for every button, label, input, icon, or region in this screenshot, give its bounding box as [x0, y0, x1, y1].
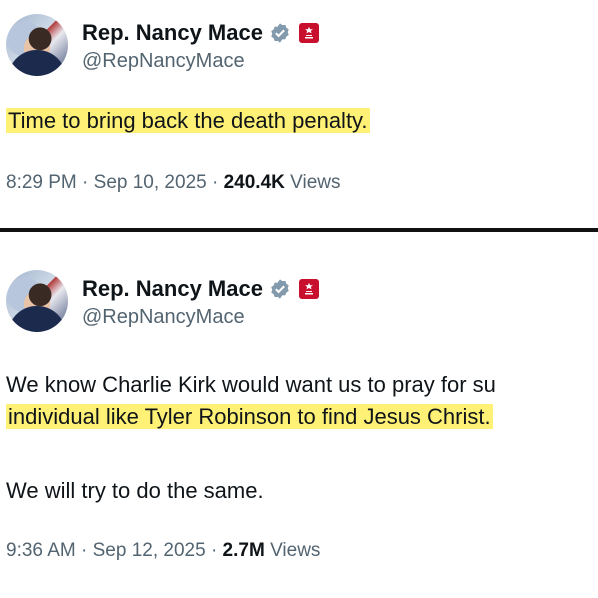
meta-separator: ·: [210, 540, 218, 561]
tweet-header: Rep. Nancy Mace @RepNancyMace: [6, 14, 319, 76]
author-block: Rep. Nancy Mace @RepNancyMace: [82, 20, 319, 73]
author-handle[interactable]: @RepNancyMace: [82, 50, 319, 73]
tweet-time[interactable]: 9:36 AM: [6, 540, 76, 561]
meta-separator: ·: [81, 540, 88, 561]
views-label: Views: [290, 172, 341, 193]
views-count: 2.7M: [222, 540, 265, 561]
tweet-text-line-2: individual like Tyler Robinson to find J…: [6, 404, 493, 430]
views-count: 240.4K: [223, 172, 285, 193]
government-badge-icon: [298, 279, 319, 299]
highlighted-text: Time to bring back the death penalty.: [6, 108, 370, 133]
name-row: Rep. Nancy Mace: [82, 276, 319, 302]
avatar[interactable]: [6, 14, 68, 76]
views-label: Views: [270, 540, 321, 561]
author-block: Rep. Nancy Mace @RepNancyMace: [82, 276, 319, 329]
tweet-text-line-3: We will try to do the same.: [6, 478, 264, 503]
tweet-2: Rep. Nancy Mace @RepNancyMace We know Ch…: [0, 234, 598, 598]
verified-badge-icon: [271, 23, 289, 43]
tweet-meta: 9:36 AM · Sep 12, 2025 · 2.7M Views: [6, 540, 320, 562]
author-name[interactable]: Rep. Nancy Mace: [82, 276, 263, 302]
tweet-text-line-1: We know Charlie Kirk would want us to pr…: [6, 372, 496, 397]
tweet-header: Rep. Nancy Mace @RepNancyMace: [6, 270, 319, 332]
name-row: Rep. Nancy Mace: [82, 20, 319, 46]
tweet-date[interactable]: Sep 10, 2025: [94, 172, 207, 193]
author-handle[interactable]: @RepNancyMace: [82, 306, 319, 329]
meta-separator: ·: [211, 172, 219, 193]
government-badge-icon: [298, 23, 319, 43]
tweet-time[interactable]: 8:29 PM: [6, 172, 77, 193]
meta-separator: ·: [82, 172, 89, 193]
tweet-meta: 8:29 PM · Sep 10, 2025 · 240.4K Views: [6, 172, 341, 194]
author-name[interactable]: Rep. Nancy Mace: [82, 20, 263, 46]
divider: [0, 228, 598, 232]
avatar[interactable]: [6, 270, 68, 332]
highlighted-text: individual like Tyler Robinson to find J…: [6, 404, 493, 429]
verified-badge-icon: [271, 279, 289, 299]
tweet-date[interactable]: Sep 12, 2025: [93, 540, 206, 561]
tweet-text: Time to bring back the death penalty.: [6, 108, 370, 134]
tweet-1: Rep. Nancy Mace @RepNancyMace Time to br…: [0, 0, 598, 228]
